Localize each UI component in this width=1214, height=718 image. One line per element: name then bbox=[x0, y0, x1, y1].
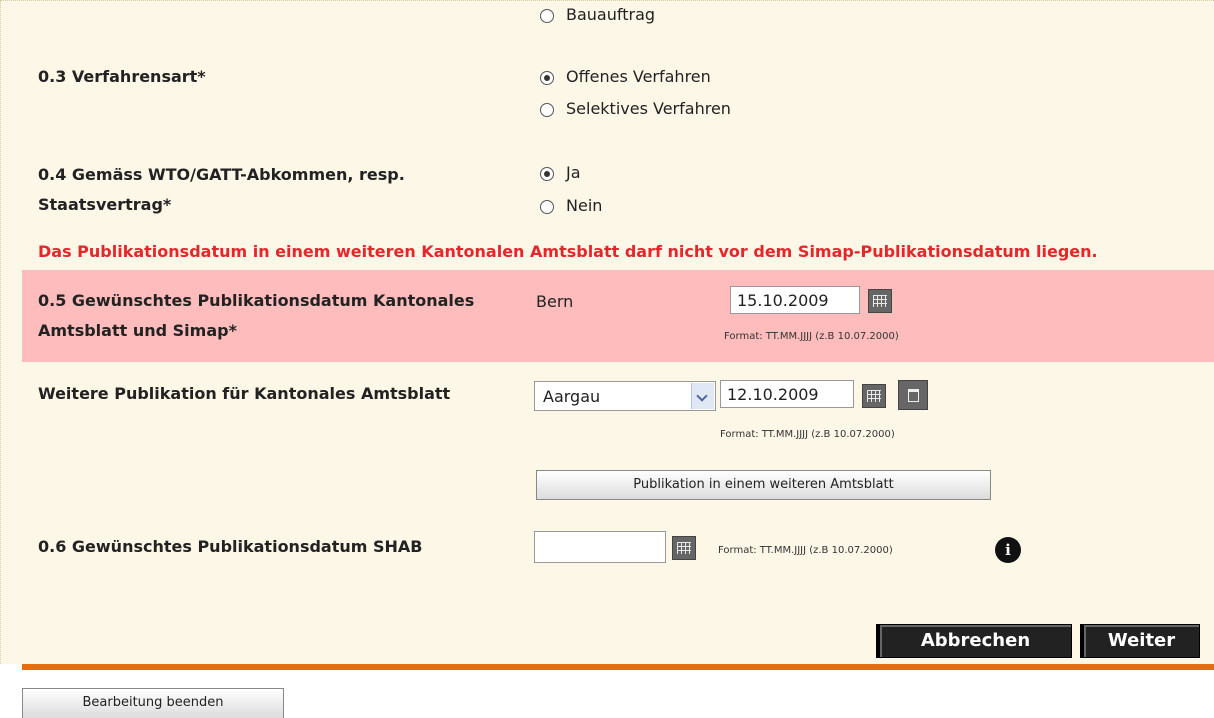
radio-ja-label: Ja bbox=[566, 163, 581, 182]
radio-bauauftrag-label: Bauauftrag bbox=[566, 5, 656, 24]
pub-date-label-line1: 0.5 Gewünschtes Publikationsdatum Kanton… bbox=[38, 291, 475, 310]
add-publication-button[interactable]: Publikation in einem weiteren Amtsblatt bbox=[536, 470, 991, 500]
pub-date-format-hint: Format: TT.MM.JJJJ (z.B 10.07.2000) bbox=[724, 331, 899, 342]
canton-select[interactable]: Aargau bbox=[534, 381, 716, 411]
next-button[interactable]: Weiter bbox=[1080, 624, 1200, 658]
wto-label-line1: 0.4 Gemäss WTO/GATT-Abkommen, resp. bbox=[38, 165, 405, 184]
info-icon[interactable]: i bbox=[995, 537, 1021, 563]
pub-date-label-line2: Amtsblatt und Simap* bbox=[38, 321, 237, 340]
radio-nein-label: Nein bbox=[566, 196, 603, 215]
radio-nein[interactable] bbox=[540, 200, 554, 214]
radio-offenes-label: Offenes Verfahren bbox=[566, 67, 711, 86]
shab-date-input[interactable] bbox=[534, 531, 666, 563]
radio-selektives-label: Selektives Verfahren bbox=[566, 99, 731, 118]
date-warning-message: Das Publikationsdatum in einem weiteren … bbox=[38, 242, 1098, 261]
further-pub-date-input[interactable] bbox=[720, 380, 854, 408]
radio-ja[interactable] bbox=[540, 167, 554, 181]
further-pub-format-hint: Format: TT.MM.JJJJ (z.B 10.07.2000) bbox=[720, 429, 895, 440]
trash-icon[interactable] bbox=[898, 380, 928, 410]
radio-selektives-verfahren[interactable] bbox=[540, 103, 554, 117]
chevron-down-icon[interactable] bbox=[691, 383, 714, 409]
wto-label-line2: Staatsvertrag* bbox=[38, 195, 172, 214]
radio-offenes-verfahren[interactable] bbox=[540, 71, 554, 85]
accent-divider bbox=[22, 664, 1214, 670]
pub-date-input[interactable] bbox=[730, 286, 860, 314]
end-editing-button[interactable]: Bearbeitung beenden bbox=[22, 688, 284, 718]
calendar-icon[interactable] bbox=[862, 384, 886, 408]
pub-date-highlight-row bbox=[22, 270, 1214, 362]
calendar-icon[interactable] bbox=[672, 536, 696, 560]
shab-format-hint: Format: TT.MM.JJJJ (z.B 10.07.2000) bbox=[718, 545, 893, 556]
cancel-button[interactable]: Abbrechen bbox=[876, 624, 1072, 658]
further-pub-label: Weitere Publikation für Kantonales Amtsb… bbox=[38, 384, 451, 403]
shab-label: 0.6 Gewünschtes Publikationsdatum SHAB bbox=[38, 537, 423, 556]
calendar-icon[interactable] bbox=[868, 289, 892, 313]
radio-bauauftrag[interactable] bbox=[540, 9, 554, 23]
canton-select-value: Aargau bbox=[543, 387, 601, 406]
procedure-label: 0.3 Verfahrensart* bbox=[38, 67, 206, 86]
pub-date-canton: Bern bbox=[536, 292, 574, 311]
